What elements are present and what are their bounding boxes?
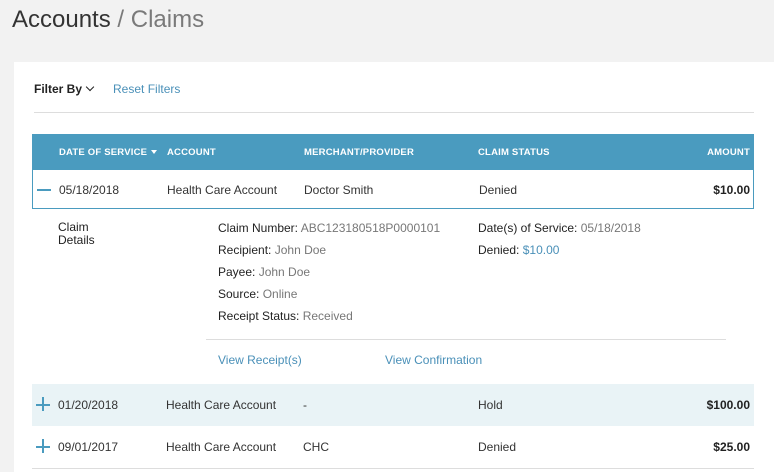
- row-account: Health Care Account: [166, 398, 277, 412]
- divider: [34, 112, 754, 113]
- view-confirmation-link[interactable]: View Confirmation: [385, 353, 482, 367]
- payee: Payee: John Doe: [218, 265, 310, 279]
- row-status: Hold: [478, 398, 503, 412]
- claim-details-panel: Claim Details Claim Number: ABC123180518…: [32, 209, 754, 384]
- column-header-account: ACCOUNT: [167, 147, 216, 158]
- expand-icon[interactable]: [36, 395, 50, 413]
- table-row[interactable]: 09/01/2017 Health Care Account CHC Denie…: [32, 426, 754, 468]
- receipt-status: Receipt Status: Received: [218, 309, 353, 323]
- dates-of-service-label: Date(s) of Service:: [478, 221, 578, 235]
- dates-of-service-value: 05/18/2018: [580, 221, 641, 235]
- table-row[interactable]: 01/20/2018 Health Care Account - Hold $1…: [32, 384, 754, 426]
- claim-details-label: Claim Details: [58, 221, 95, 247]
- column-header-label: DATE OF SERVICE: [59, 147, 148, 158]
- row-merchant: CHC: [303, 440, 329, 454]
- denied-amount: Denied: $10.00: [478, 243, 559, 257]
- collapse-icon[interactable]: [37, 180, 51, 198]
- breadcrumb-claims: Claims: [130, 6, 205, 33]
- table-header: DATE OF SERVICE ACCOUNT MERCHANT/PROVIDE…: [32, 134, 754, 169]
- chevron-down-icon: [85, 82, 95, 92]
- source-label: Source:: [218, 287, 260, 301]
- payee-label: Payee:: [218, 265, 256, 279]
- filter-bar: Filter By Reset Filters: [34, 82, 180, 96]
- view-receipts-link[interactable]: View Receipt(s): [218, 353, 302, 367]
- claim-details-label-line2: Details: [58, 233, 95, 247]
- row-status: Denied: [478, 440, 517, 454]
- denied-value: $10.00: [522, 243, 560, 257]
- claims-panel: Filter By Reset Filters DATE OF SERVICE …: [14, 62, 774, 472]
- page-title: Accounts / Claims: [12, 6, 204, 34]
- column-header-claim-status: CLAIM STATUS: [478, 147, 550, 158]
- claim-number-value: ABC123180518P0000101: [300, 221, 441, 235]
- column-header-merchant: MERCHANT/PROVIDER: [304, 147, 415, 158]
- claim-number-label: Claim Number:: [218, 221, 299, 235]
- dates-of-service: Date(s) of Service: 05/18/2018: [478, 221, 641, 235]
- expand-icon[interactable]: [36, 437, 50, 455]
- divider: [32, 468, 754, 469]
- row-merchant: -: [303, 398, 307, 412]
- table-row[interactable]: 05/18/2018 Health Care Account Doctor Sm…: [32, 169, 754, 209]
- recipient: Recipient: John Doe: [218, 243, 326, 257]
- column-header-amount: AMOUNT: [707, 147, 750, 158]
- row-date: 01/20/2018: [58, 398, 119, 412]
- source: Source: Online: [218, 287, 297, 301]
- row-account: Health Care Account: [166, 440, 277, 454]
- breadcrumb-separator: /: [117, 6, 125, 33]
- receipt-status-value: Received: [302, 309, 353, 323]
- filter-by-label: Filter By: [34, 82, 83, 96]
- payee-value: John Doe: [258, 265, 311, 279]
- row-account: Health Care Account: [167, 183, 278, 197]
- row-amount: $25.00: [713, 440, 750, 454]
- recipient-label: Recipient:: [218, 243, 272, 257]
- row-merchant: Doctor Smith: [304, 183, 374, 197]
- breadcrumb-accounts[interactable]: Accounts: [12, 6, 111, 33]
- divider: [206, 339, 726, 340]
- row-date: 05/18/2018: [59, 183, 120, 197]
- row-date: 09/01/2017: [58, 440, 119, 454]
- column-header-date-of-service[interactable]: DATE OF SERVICE: [59, 147, 158, 158]
- denied-label: Denied:: [478, 243, 520, 257]
- sort-caret-icon: [151, 150, 158, 155]
- recipient-value: John Doe: [274, 243, 327, 257]
- claims-table: DATE OF SERVICE ACCOUNT MERCHANT/PROVIDE…: [32, 134, 754, 469]
- filter-by-dropdown[interactable]: Filter By: [34, 82, 95, 96]
- source-value: Online: [262, 287, 298, 301]
- row-amount: $10.00: [713, 183, 750, 197]
- reset-filters-link[interactable]: Reset Filters: [113, 82, 180, 96]
- claim-number: Claim Number: ABC123180518P0000101: [218, 221, 440, 235]
- row-amount: $100.00: [706, 398, 750, 412]
- row-status: Denied: [479, 183, 518, 197]
- receipt-status-label: Receipt Status:: [218, 309, 300, 323]
